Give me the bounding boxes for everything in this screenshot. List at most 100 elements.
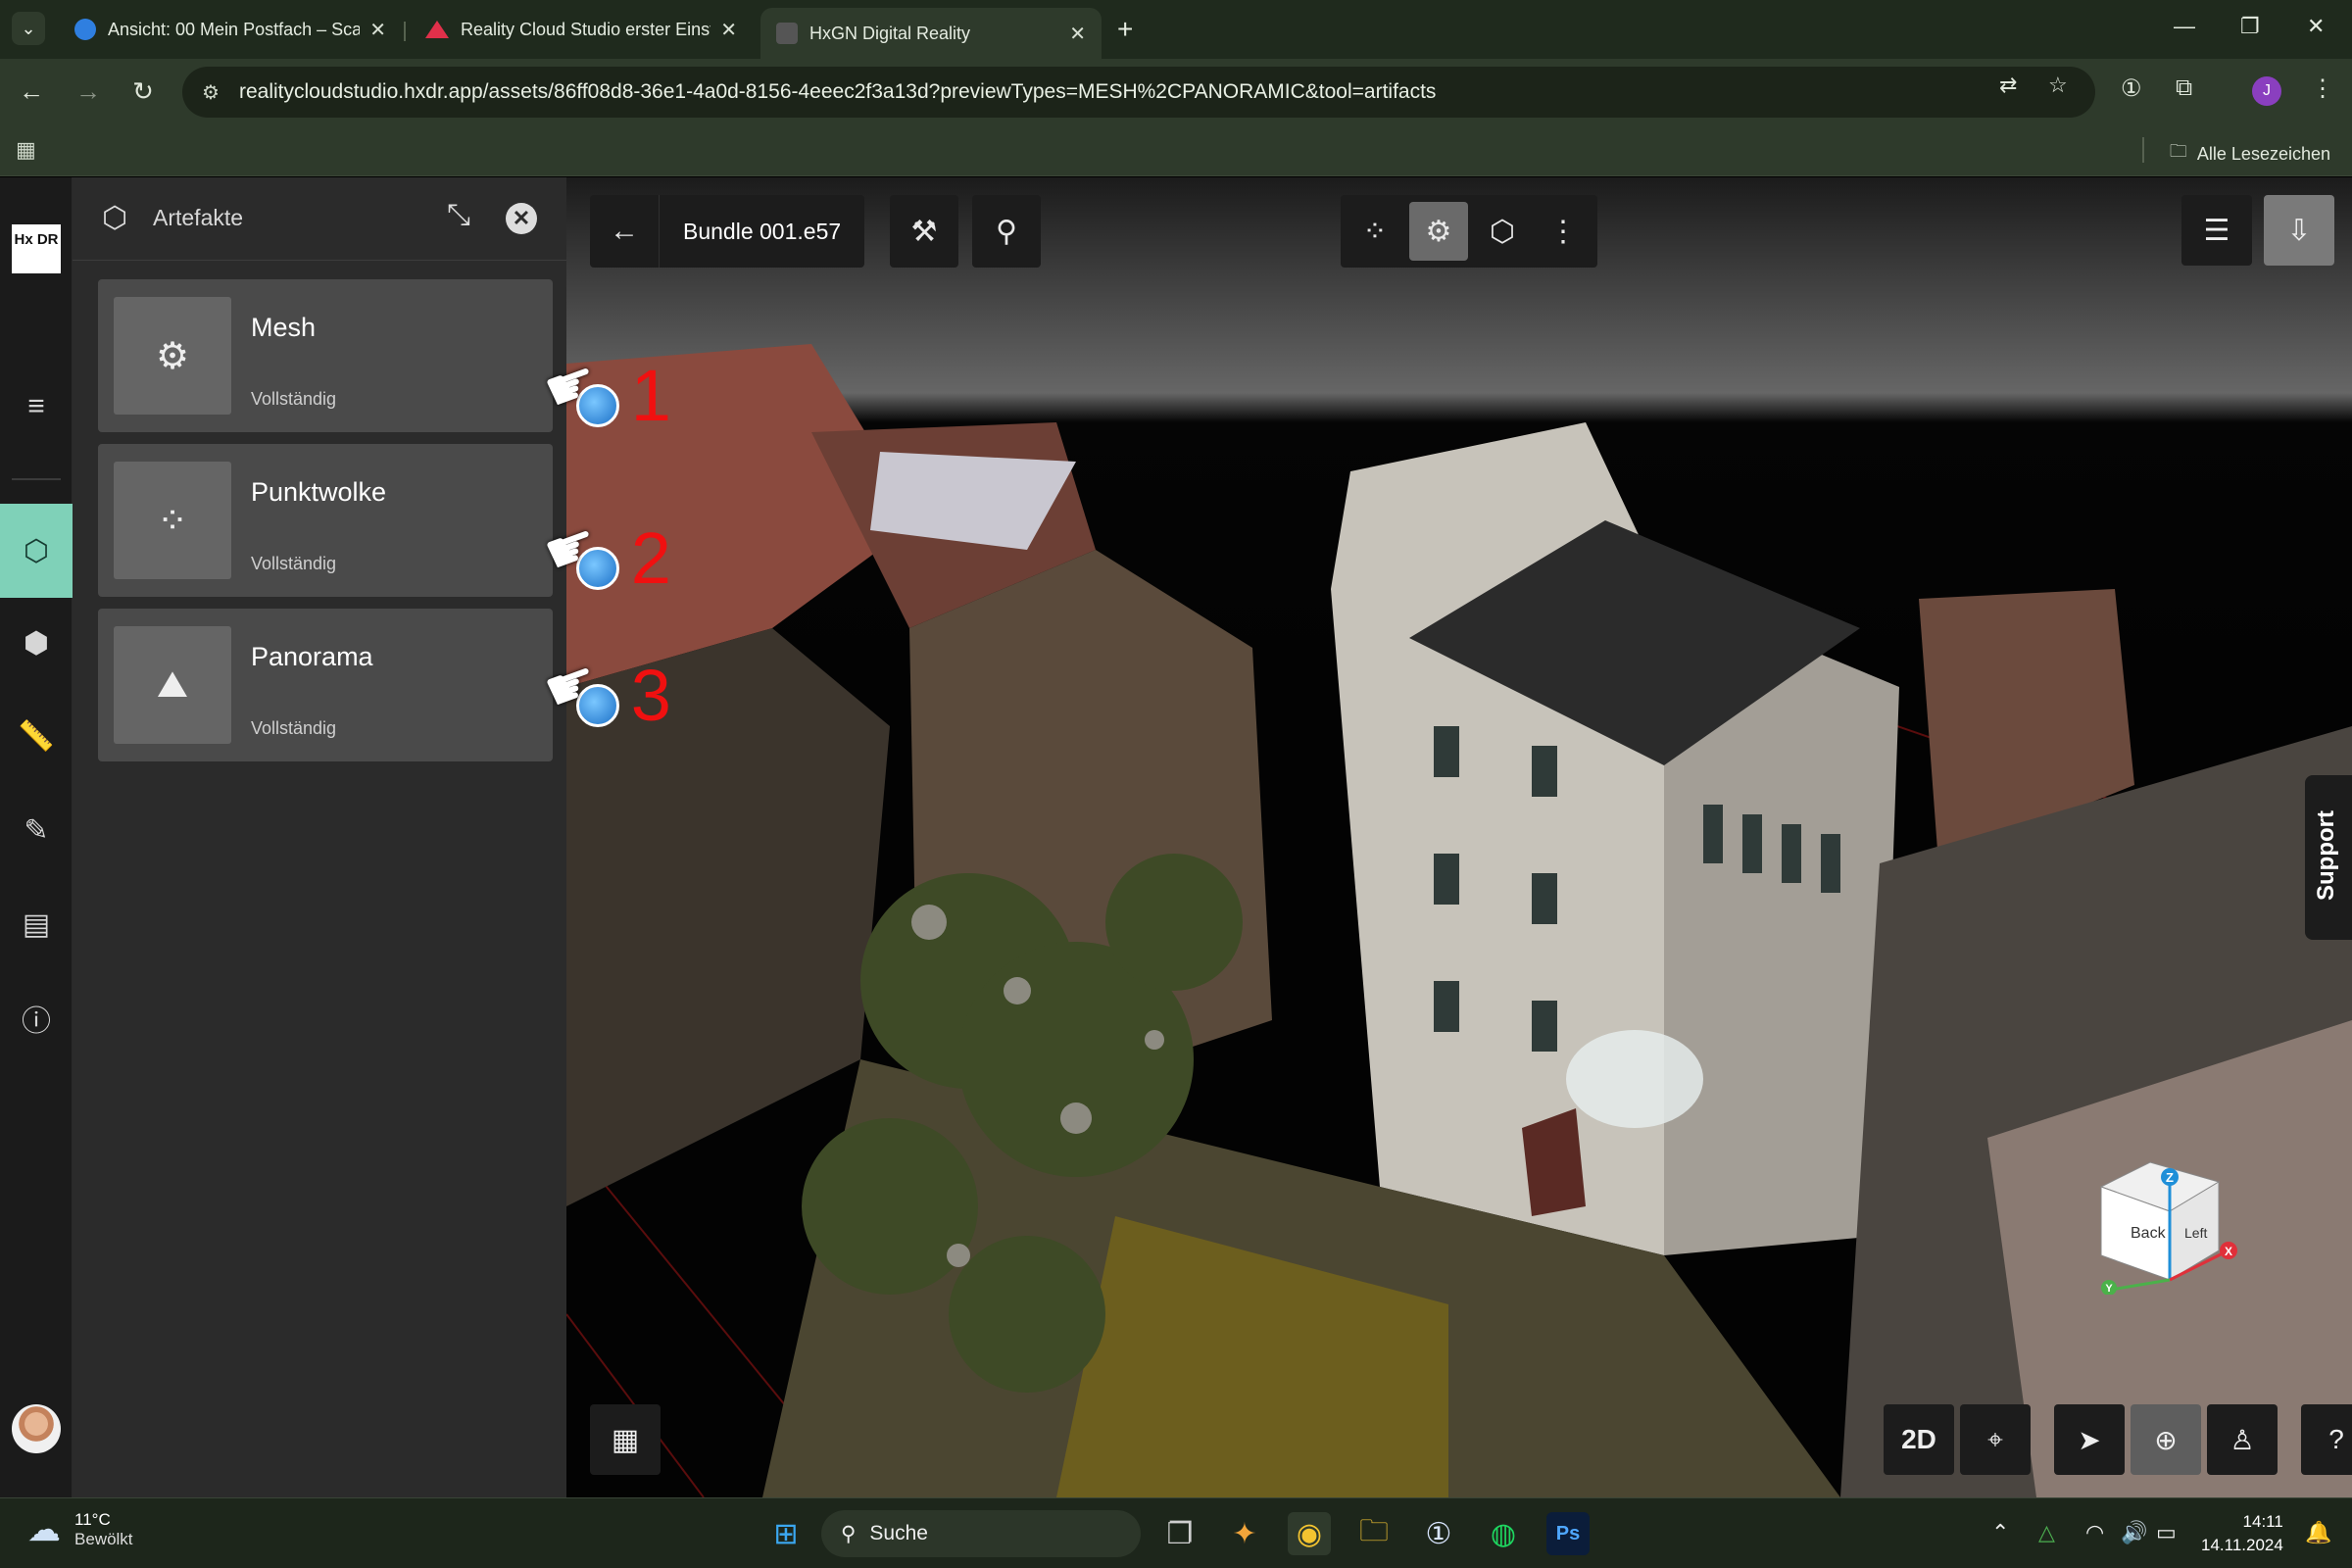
minimize-button[interactable]: — bbox=[2174, 14, 2195, 39]
help-icon[interactable]: ? bbox=[2301, 1404, 2352, 1475]
user-avatar[interactable] bbox=[12, 1404, 61, 1453]
windows-taskbar: ☁ 11°C Bewölkt ⊞ ⚲ Suche ❐ ✦ ◉ 🗀 ① ◍ Ps … bbox=[0, 1497, 2352, 1568]
bookmarks-bar: ▦ 🗀 Alle Lesezeichen bbox=[0, 125, 2352, 176]
volume-icon[interactable]: 🔊 bbox=[2121, 1520, 2147, 1545]
panel-header: ⬡ Artefakte ⤡ ✕ bbox=[73, 177, 566, 261]
back-arrow-icon[interactable]: ← bbox=[16, 76, 47, 107]
file-explorer-icon[interactable]: 🗀 bbox=[1352, 1512, 1396, 1555]
tab-reality-cloud-studio[interactable]: Reality Cloud Studio erster Einst ✕ bbox=[410, 8, 753, 51]
clock-date: 14.11.2024 bbox=[2201, 1536, 2283, 1554]
support-tab[interactable]: Support bbox=[2305, 775, 2352, 940]
search-label: Suche bbox=[869, 1522, 928, 1544]
translate-icon[interactable]: ⇄ bbox=[1999, 73, 2017, 98]
battery-icon[interactable]: ▭ bbox=[2156, 1520, 2177, 1545]
navigate-arrow-icon[interactable]: ➤ bbox=[2054, 1404, 2125, 1475]
nav-axis-z: Z bbox=[2166, 1170, 2174, 1185]
left-navigation-rail: Hx DR ≡ ⬡ ⬢ 📏 ✎ ▤ ⓘ bbox=[0, 177, 73, 1497]
mode-2d-button[interactable]: 2D bbox=[1884, 1404, 1954, 1475]
close-tab-icon[interactable]: ✕ bbox=[710, 18, 737, 42]
site-settings-icon[interactable]: ⚙ bbox=[202, 80, 220, 105]
cube-icon: ⬡ bbox=[102, 202, 128, 234]
toolbar-gap bbox=[2283, 1404, 2295, 1475]
password-manager-icon[interactable]: ① bbox=[2121, 74, 2142, 103]
collapse-icon[interactable]: ⤡ bbox=[447, 199, 470, 232]
extensions-icon[interactable]: ⧉ bbox=[2176, 74, 2192, 102]
magic-wand-icon: ⚒ bbox=[910, 215, 938, 248]
tab-postfach[interactable]: Ansicht: 00 Mein Postfach – Sca ✕ bbox=[59, 8, 402, 51]
point-cloud-mode-icon[interactable]: ⁘ bbox=[1345, 195, 1405, 268]
artifact-card-mesh[interactable]: ⚙ Mesh Vollständig bbox=[98, 279, 553, 432]
measure-ruler-icon[interactable]: 📏 bbox=[0, 689, 73, 783]
forward-arrow-icon[interactable]: → bbox=[73, 76, 104, 107]
3d-viewport[interactable]: ← Bundle 001.e57 ⚒ ⚲ ⁘ ⚙ ⬡ ⋮ ☰ ⇩ Support bbox=[566, 177, 2352, 1497]
folder-icon: 🗀 bbox=[2169, 141, 2187, 161]
artifact-status: Vollständig bbox=[251, 389, 337, 409]
tab-title: Ansicht: 00 Mein Postfach – Sca bbox=[108, 19, 361, 39]
locate-target-icon[interactable]: ⌖ bbox=[1960, 1404, 2031, 1475]
settings-sliders-icon[interactable]: ☰ bbox=[2181, 195, 2252, 266]
annotation-number: 1 bbox=[630, 355, 671, 436]
mesh-icon: ⚙ bbox=[114, 297, 231, 415]
wifi-icon[interactable]: ◠ bbox=[2085, 1520, 2104, 1545]
reload-icon[interactable]: ↻ bbox=[127, 76, 159, 107]
close-panel-icon[interactable]: ✕ bbox=[506, 203, 537, 234]
search-icon: ⚲ bbox=[841, 1522, 857, 1545]
scan-favicon-icon bbox=[74, 19, 96, 40]
tab-search-button[interactable]: ⌄ bbox=[12, 12, 45, 45]
notification-bell-icon[interactable]: 🔔 bbox=[2305, 1520, 2331, 1545]
taskbar-clock[interactable]: 14:11 14.11.2024 bbox=[2201, 1510, 2283, 1557]
close-tab-icon[interactable]: ✕ bbox=[360, 18, 386, 42]
close-tab-icon[interactable]: ✕ bbox=[1059, 22, 1086, 46]
info-icon[interactable]: ⓘ bbox=[0, 971, 73, 1065]
models-icon[interactable]: ⬢ bbox=[0, 596, 73, 690]
windows-start-icon[interactable]: ⊞ bbox=[764, 1512, 808, 1555]
tab-title: HxGN Digital Reality bbox=[809, 23, 971, 43]
walk-person-icon[interactable]: ♙ bbox=[2207, 1404, 2278, 1475]
tray-chevron-icon[interactable]: ⌃ bbox=[1991, 1520, 2009, 1545]
hxdr-logo[interactable]: Hx DR bbox=[12, 224, 61, 273]
grid-map-icon[interactable]: ▦ bbox=[590, 1404, 661, 1475]
address-bar[interactable]: ⚙ realitycloudstudio.hxdr.app/assets/86f… bbox=[182, 67, 2095, 118]
hamburger-menu-icon[interactable]: ≡ bbox=[0, 360, 73, 454]
artifacts-cube-icon[interactable]: ⬡ bbox=[0, 504, 73, 598]
all-bookmarks-label: Alle Lesezeichen bbox=[2196, 143, 2330, 164]
photoshop-icon[interactable]: Ps bbox=[1546, 1512, 1590, 1555]
close-window-button[interactable]: ✕ bbox=[2307, 14, 2325, 39]
nav-axis-y: Y bbox=[2105, 1283, 2113, 1295]
all-bookmarks-button[interactable]: 🗀 Alle Lesezeichen bbox=[2170, 139, 2330, 169]
bookmark-star-icon[interactable]: ☆ bbox=[2048, 73, 2068, 98]
mesh-mode-icon[interactable]: ⚙ bbox=[1409, 202, 1468, 261]
layers-icon[interactable]: ▤ bbox=[0, 877, 73, 971]
copilot-icon[interactable]: ✦ bbox=[1223, 1512, 1266, 1555]
restore-button[interactable]: ❐ bbox=[2240, 14, 2260, 39]
new-tab-button[interactable]: + bbox=[1117, 14, 1133, 45]
task-view-icon[interactable]: ❐ bbox=[1158, 1512, 1201, 1555]
artifact-card-point-cloud[interactable]: ⁘ Punktwolke Vollständig bbox=[98, 444, 553, 597]
navigation-cube[interactable]: Z X Y Back Left bbox=[2091, 1157, 2238, 1295]
chrome-icon[interactable]: ◉ bbox=[1288, 1512, 1331, 1555]
back-arrow-icon[interactable]: ← bbox=[590, 195, 659, 268]
share-icon: ⚲ bbox=[996, 215, 1017, 248]
annotate-edit-icon[interactable]: ✎ bbox=[0, 783, 73, 877]
spotify-icon[interactable]: ◍ bbox=[1482, 1512, 1525, 1555]
orbit-globe-icon[interactable]: ⊕ bbox=[2131, 1404, 2201, 1475]
taskbar-search[interactable]: ⚲ Suche bbox=[821, 1510, 1141, 1557]
weather-widget[interactable]: ☁ 11°C Bewölkt bbox=[27, 1510, 133, 1549]
magic-wand-button[interactable]: ⚒ bbox=[890, 195, 958, 268]
browser-tab-bar: ⌄ Ansicht: 00 Mein Postfach – Sca ✕ Real… bbox=[0, 0, 2352, 59]
artifact-card-panorama[interactable]: ⛰ Panorama Vollständig bbox=[98, 609, 553, 761]
point-cloud-icon: ⁘ bbox=[114, 462, 231, 579]
share-button[interactable]: ⚲ bbox=[972, 195, 1041, 268]
cloud-download-icon[interactable]: ⇩ bbox=[2264, 195, 2334, 266]
profile-avatar[interactable]: J bbox=[2252, 76, 2281, 106]
hxgn-favicon-icon bbox=[776, 23, 798, 44]
more-options-icon[interactable]: ⋮ bbox=[1533, 195, 1593, 268]
artifact-name: Mesh bbox=[251, 313, 317, 342]
apps-grid-icon[interactable]: ▦ bbox=[16, 137, 36, 163]
password-manager-app-icon[interactable]: ① bbox=[1417, 1512, 1460, 1555]
artifacts-panel: ⬡ Artefakte ⤡ ✕ ⚙ Mesh Vollständig ⁘ Pun… bbox=[73, 177, 566, 1497]
tab-hxgn-digital-reality[interactable]: HxGN Digital Reality ✕ bbox=[760, 8, 1102, 59]
model-mode-icon[interactable]: ⬡ bbox=[1472, 195, 1533, 268]
google-drive-icon[interactable]: △ bbox=[2038, 1520, 2055, 1545]
browser-menu-icon[interactable]: ⋮ bbox=[2311, 74, 2334, 103]
